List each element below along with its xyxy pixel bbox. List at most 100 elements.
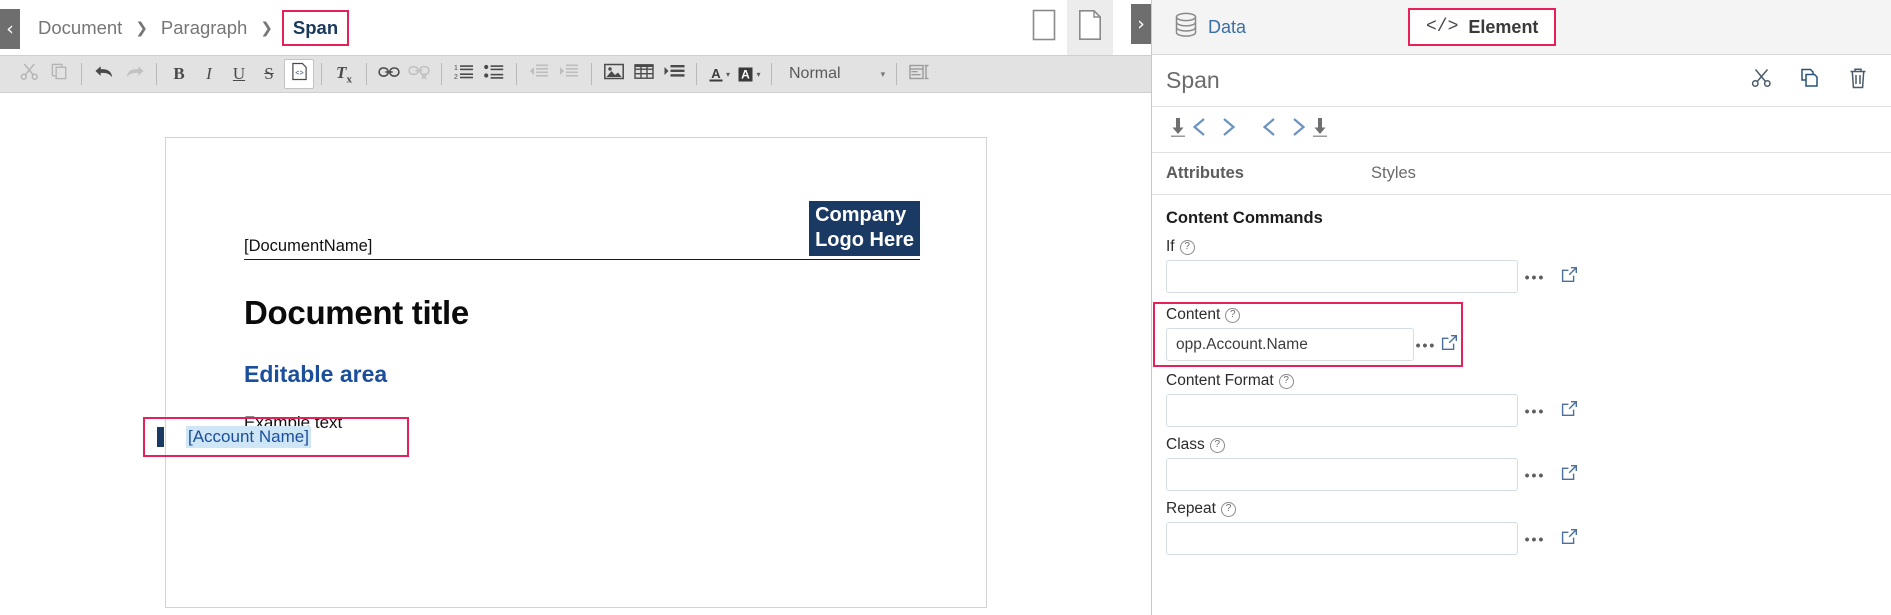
help-icon[interactable]: ? — [1210, 438, 1225, 453]
selected-span-highlight[interactable]: [Account Name] — [143, 417, 409, 457]
toolbar-separator — [591, 63, 592, 85]
field-class-more-button[interactable]: ••• — [1518, 460, 1552, 490]
select-previous-button[interactable] — [1216, 112, 1240, 147]
page-layout-button[interactable] — [904, 59, 934, 89]
breadcrumb-bar: ‹ Document ❯ Paragraph ❯ Span — [0, 0, 1151, 55]
tab-attributes[interactable]: Attributes — [1152, 164, 1357, 183]
undo-button[interactable] — [89, 59, 119, 89]
insert-before-button[interactable] — [1166, 112, 1212, 147]
tab-data[interactable]: Data — [1152, 0, 1408, 54]
field-if-more-button[interactable]: ••• — [1518, 262, 1552, 292]
unlink-button[interactable] — [404, 59, 434, 89]
insert-element-button[interactable] — [659, 59, 689, 89]
breadcrumb: Document ❯ Paragraph ❯ Span — [34, 10, 349, 46]
field-content-format: Content Format ? ••• — [1152, 372, 1891, 427]
tab-styles[interactable]: Styles — [1357, 164, 1430, 183]
text-color-button[interactable]: A ▾ — [704, 59, 734, 89]
document-name-placeholder[interactable]: [DocumentName] — [244, 237, 372, 256]
tab-data-label: Data — [1208, 17, 1246, 38]
tab-element[interactable]: </> Element — [1408, 8, 1556, 46]
help-icon[interactable]: ? — [1279, 374, 1294, 389]
remove-format-button[interactable]: Tx — [329, 59, 359, 89]
breadcrumb-item-document[interactable]: Document — [34, 15, 126, 41]
field-content-format-open-button[interactable] — [1552, 396, 1586, 426]
field-repeat-more-button[interactable]: ••• — [1518, 524, 1552, 554]
field-repeat-open-button[interactable] — [1552, 524, 1586, 554]
field-content-format-input[interactable] — [1166, 394, 1518, 427]
delete-element-button[interactable] — [1847, 67, 1869, 95]
collapse-left-panel-button[interactable]: ‹ — [0, 9, 20, 49]
page-layout-icon — [909, 63, 930, 86]
underline-button[interactable]: U — [224, 59, 254, 89]
bulleted-list-button[interactable] — [479, 59, 509, 89]
copy-button[interactable] — [44, 59, 74, 89]
document-canvas[interactable]: [DocumentName] Company Logo Here Documen… — [0, 93, 1151, 615]
external-link-icon — [1561, 400, 1578, 421]
field-if-open-button[interactable] — [1552, 262, 1586, 292]
panel-tabs: Data </> Element — [1152, 0, 1891, 55]
breadcrumb-item-paragraph[interactable]: Paragraph — [157, 15, 251, 41]
toolbar-separator — [81, 63, 82, 85]
help-icon[interactable]: ? — [1180, 240, 1195, 255]
indent-button[interactable] — [554, 59, 584, 89]
copy-element-button[interactable] — [1799, 67, 1821, 94]
element-actions — [1751, 67, 1869, 95]
breadcrumb-item-span[interactable]: Span — [282, 10, 349, 46]
trash-icon — [1847, 67, 1869, 95]
field-repeat-row: ••• — [1166, 522, 1891, 555]
chevron-left-icon — [1259, 114, 1281, 145]
properties-panel: Data </> Element Span — [1152, 0, 1891, 615]
paragraph-style-dropdown[interactable]: Normal ▾ — [785, 65, 889, 83]
field-content-open-button[interactable] — [1438, 330, 1461, 360]
code-page-icon: <> — [291, 62, 308, 86]
outdent-button[interactable] — [524, 59, 554, 89]
field-class-open-button[interactable] — [1552, 460, 1586, 490]
company-logo-placeholder[interactable]: Company Logo Here — [809, 201, 920, 256]
help-icon[interactable]: ? — [1225, 308, 1240, 323]
source-code-button[interactable]: <> — [284, 59, 314, 89]
page-with-corner-button[interactable] — [1067, 0, 1113, 55]
cut-button[interactable] — [14, 59, 44, 89]
chevron-right-icon — [1217, 114, 1239, 145]
blank-page-icon — [1032, 9, 1056, 46]
blank-page-button[interactable] — [1021, 0, 1067, 55]
redo-button[interactable] — [119, 59, 149, 89]
select-next-button[interactable] — [1258, 112, 1282, 147]
page-with-corner-icon — [1078, 9, 1102, 46]
chevron-left-icon — [1189, 114, 1211, 145]
help-icon[interactable]: ? — [1221, 502, 1236, 517]
document-page[interactable]: [DocumentName] Company Logo Here Documen… — [165, 137, 987, 608]
insert-after-button[interactable] — [1286, 112, 1332, 147]
ellipsis-icon: ••• — [1525, 269, 1546, 285]
field-if-label: If ? — [1166, 238, 1891, 256]
cut-element-button[interactable] — [1751, 67, 1773, 94]
document-title[interactable]: Document title — [244, 294, 920, 332]
code-icon: </> — [1426, 17, 1458, 37]
field-repeat-input[interactable] — [1166, 522, 1518, 555]
strikethrough-button[interactable]: S — [254, 59, 284, 89]
chevron-right-icon — [1287, 114, 1309, 145]
field-if-input[interactable] — [1166, 260, 1518, 293]
background-color-button[interactable]: A ▾ — [734, 59, 764, 89]
italic-icon: I — [206, 64, 212, 84]
chevron-right-icon: › — [1137, 13, 1145, 35]
numbered-list-button[interactable]: 12 — [449, 59, 479, 89]
ellipsis-icon: ••• — [1525, 531, 1546, 547]
indent-icon — [559, 63, 579, 85]
field-content-format-more-button[interactable]: ••• — [1518, 396, 1552, 426]
italic-button[interactable]: I — [194, 59, 224, 89]
account-name-token[interactable]: [Account Name] — [186, 426, 311, 448]
collapse-right-panel-button[interactable]: › — [1131, 4, 1151, 44]
toolbar-separator — [321, 63, 322, 85]
attribute-tabs: Attributes Styles — [1152, 153, 1891, 195]
insert-table-button[interactable] — [629, 59, 659, 89]
field-class-input[interactable] — [1166, 458, 1518, 491]
link-button[interactable] — [374, 59, 404, 89]
bold-button[interactable]: B — [164, 59, 194, 89]
field-content-more-button[interactable]: ••• — [1414, 330, 1437, 360]
insert-image-button[interactable] — [599, 59, 629, 89]
toolbar-separator — [896, 63, 897, 85]
svg-text:2: 2 — [454, 74, 458, 80]
field-content-input[interactable] — [1166, 328, 1414, 361]
document-subtitle[interactable]: Editable area — [244, 361, 920, 388]
